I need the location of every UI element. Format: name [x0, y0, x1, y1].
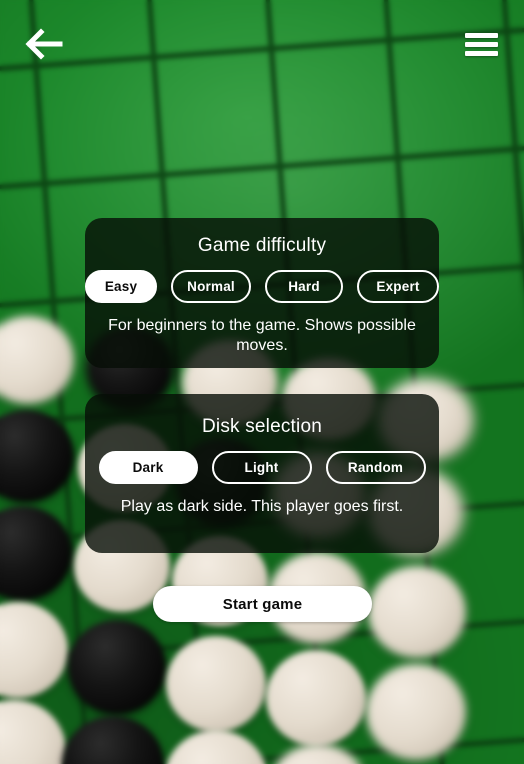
hamburger-bar-2: [464, 41, 498, 47]
hamburger-menu-icon[interactable]: [452, 16, 510, 72]
game-difficulty-description: For beginners to the game. Shows possibl…: [108, 317, 416, 354]
disk-option-group: Dark Light Random: [85, 451, 439, 484]
difficulty-option-easy[interactable]: Easy: [85, 270, 157, 303]
disk-option-dark[interactable]: Dark: [98, 451, 198, 484]
hamburger-bar-1: [464, 32, 498, 38]
difficulty-option-expert[interactable]: Expert: [357, 270, 439, 303]
start-game-button[interactable]: Start game: [153, 586, 372, 622]
back-arrow-icon[interactable]: [14, 16, 72, 72]
app-screen: Game difficulty Easy Normal Hard Expert …: [0, 0, 524, 764]
difficulty-option-normal[interactable]: Normal: [171, 270, 251, 303]
disk-option-light[interactable]: Light: [211, 451, 312, 484]
disk-selection-card: Disk selection Dark Light Random Play as…: [85, 394, 439, 553]
disk-selection-description: Play as dark side. This player goes firs…: [120, 498, 404, 515]
disk-selection-title: Disk selection: [201, 416, 322, 437]
hamburger-bar-3: [464, 50, 498, 56]
game-difficulty-card: Game difficulty Easy Normal Hard Expert …: [85, 218, 439, 368]
difficulty-option-hard[interactable]: Hard: [265, 270, 343, 303]
app-header: [0, 0, 524, 88]
game-difficulty-title: Game difficulty: [197, 235, 327, 256]
difficulty-option-group: Easy Normal Hard Expert: [85, 270, 439, 303]
disk-option-random[interactable]: Random: [325, 451, 426, 484]
